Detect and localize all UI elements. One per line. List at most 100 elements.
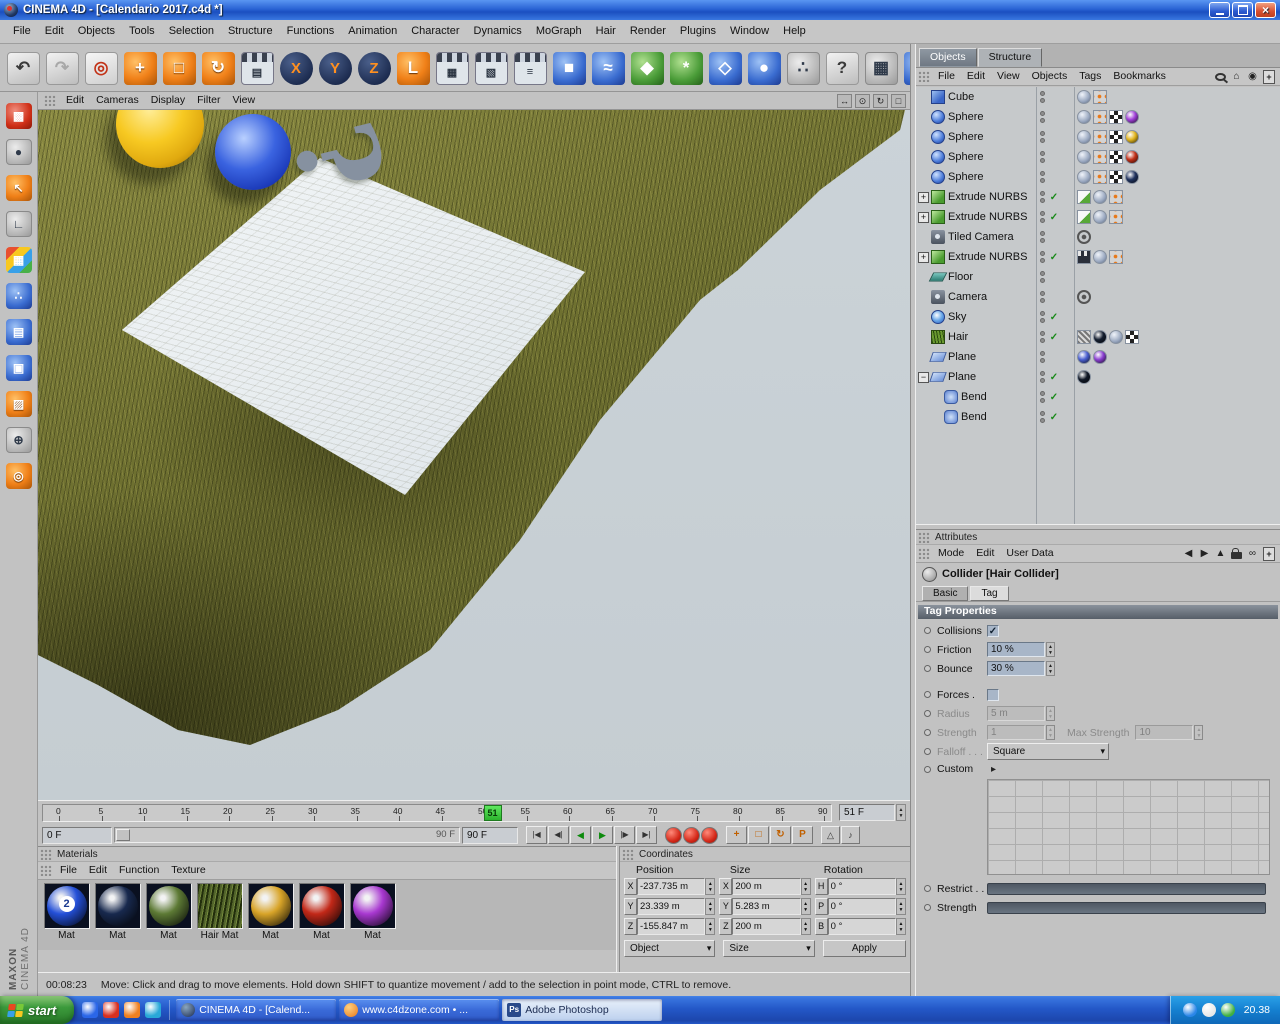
- coordinate-mode-dropdown[interactable]: Object: [624, 940, 716, 957]
- render-visibility-dot[interactable]: [1040, 318, 1045, 323]
- nav-back-icon[interactable]: ◀: [1183, 547, 1194, 561]
- material-item[interactable]: Mat: [144, 883, 193, 941]
- falloff-dropdown[interactable]: Square: [987, 743, 1109, 760]
- add-scene-object-button[interactable]: ●: [745, 48, 783, 88]
- apply-button[interactable]: Apply: [822, 940, 906, 957]
- viewport-menu-cameras[interactable]: Cameras: [90, 92, 145, 109]
- viewport-menu-edit[interactable]: Edit: [60, 92, 90, 109]
- object-row-cube[interactable]: Cube: [916, 87, 1280, 107]
- edges-mode-button[interactable]: ▤: [4, 318, 34, 346]
- mat-tag[interactable]: [1093, 350, 1107, 364]
- panel-grip[interactable]: [918, 531, 930, 543]
- checker-tag[interactable]: [1109, 150, 1123, 164]
- render-settings-button[interactable]: ≡: [511, 48, 549, 88]
- record-scale-toggle[interactable]: □: [748, 826, 769, 844]
- size-mode-dropdown[interactable]: Size: [723, 940, 815, 957]
- animation-dot[interactable]: [924, 885, 931, 892]
- editor-visibility-dot[interactable]: [1040, 251, 1045, 256]
- bounce-field[interactable]: 30 %: [987, 661, 1045, 676]
- rotate-view-icon[interactable]: ↻: [873, 93, 888, 108]
- menu-edit[interactable]: Edit: [38, 20, 71, 43]
- animation-dot[interactable]: [924, 691, 931, 698]
- animation-dot[interactable]: [924, 646, 931, 653]
- editor-visibility-dot[interactable]: [1040, 371, 1045, 376]
- editor-visibility-dot[interactable]: [1040, 291, 1045, 296]
- menu-mograph[interactable]: MoGraph: [529, 20, 589, 43]
- friction-spinner[interactable]: [1046, 642, 1055, 657]
- material-item[interactable]: Mat: [348, 883, 397, 941]
- enabled-check[interactable]: ✓: [1048, 312, 1060, 323]
- material-item[interactable]: Mat: [297, 883, 346, 941]
- object-row-sphere[interactable]: Sphere: [916, 167, 1280, 187]
- material-item[interactable]: Mat: [246, 883, 295, 941]
- phong-tag[interactable]: [1093, 190, 1107, 204]
- phong-tag[interactable]: [1077, 90, 1091, 104]
- add-layer-icon[interactable]: +: [1263, 69, 1275, 84]
- display-tag[interactable]: [1109, 210, 1123, 224]
- animation-dot[interactable]: [924, 665, 931, 672]
- add-spline-button[interactable]: ≈: [589, 48, 627, 88]
- render-visibility-dot[interactable]: [1040, 178, 1045, 183]
- focus-icon[interactable]: ◉: [1247, 70, 1258, 84]
- editor-visibility-dot[interactable]: [1040, 151, 1045, 156]
- play-backward-button[interactable]: ◀: [570, 826, 591, 844]
- redo-button[interactable]: ↷: [43, 48, 81, 88]
- materials-menu-function[interactable]: Function: [113, 862, 165, 879]
- autokeying-button[interactable]: [683, 826, 700, 844]
- maximize-view-icon[interactable]: □: [891, 93, 906, 108]
- editor-visibility-dot[interactable]: [1040, 391, 1045, 396]
- help-button[interactable]: ?: [823, 48, 861, 88]
- taskbar-task-adobe-photoshop[interactable]: Ps Adobe Photoshop: [502, 999, 663, 1021]
- range-start-field[interactable]: 0 F: [42, 826, 112, 844]
- object-row-bend[interactable]: Bend ✓: [916, 407, 1280, 427]
- quick-launch-2[interactable]: [103, 1002, 120, 1018]
- record-selection-button[interactable]: [701, 826, 718, 844]
- texture-axis-mode-button[interactable]: ▨: [4, 390, 34, 418]
- coordinate-field[interactable]: 0 °: [827, 918, 896, 935]
- display-tag[interactable]: [1109, 190, 1123, 204]
- scale-button[interactable]: □: [160, 48, 198, 88]
- current-frame-spinner[interactable]: [896, 804, 906, 821]
- add-deformer-button[interactable]: ◇: [706, 48, 744, 88]
- live-selection-button[interactable]: ◎: [82, 48, 120, 88]
- minimize-button[interactable]: [1209, 2, 1230, 18]
- tab-basic[interactable]: Basic: [922, 586, 969, 601]
- arrow-up-icon[interactable]: ▲: [1215, 547, 1226, 561]
- sound-button[interactable]: ♪: [841, 826, 860, 844]
- current-frame-marker[interactable]: 51: [483, 805, 502, 821]
- render-visibility-dot[interactable]: [1040, 378, 1045, 383]
- active-tool-button[interactable]: ▤: [238, 48, 276, 88]
- make-editable-button[interactable]: ▩: [4, 102, 34, 130]
- add-nurbs-button[interactable]: ◆: [628, 48, 666, 88]
- materials-menu-texture[interactable]: Texture: [165, 862, 211, 879]
- object-row-sphere[interactable]: Sphere: [916, 107, 1280, 127]
- phong-tag[interactable]: [1093, 210, 1107, 224]
- collisions-checkbox[interactable]: [987, 624, 999, 637]
- menu-functions[interactable]: Functions: [280, 20, 342, 43]
- menu-structure[interactable]: Structure: [221, 20, 280, 43]
- phong-tag[interactable]: [1093, 250, 1107, 264]
- polygons-mode-button[interactable]: ▣: [4, 354, 34, 382]
- mat-tag[interactable]: [1125, 170, 1139, 184]
- rotate-button[interactable]: ↻: [199, 48, 237, 88]
- mat-tag[interactable]: [1093, 330, 1107, 344]
- coordinate-field[interactable]: -237.735 m: [637, 878, 706, 895]
- tray-icon-3[interactable]: [1220, 1003, 1235, 1017]
- range-end-field[interactable]: 90 F: [462, 826, 518, 844]
- lock-icon[interactable]: [1231, 548, 1242, 559]
- editor-visibility-dot[interactable]: [1040, 231, 1045, 236]
- taskbar-task-www-c4dzone-com[interactable]: www.c4dzone.com • ...: [339, 999, 500, 1021]
- render-visibility-dot[interactable]: [1040, 98, 1045, 103]
- expand-toggle[interactable]: −: [918, 371, 929, 383]
- enabled-check[interactable]: ✓: [1048, 332, 1060, 343]
- editor-visibility-dot[interactable]: [1040, 211, 1045, 216]
- expand-toggle[interactable]: +: [918, 191, 929, 203]
- viewport-canvas[interactable]: ?: [38, 110, 910, 800]
- structure-manager-button[interactable]: ▦: [862, 48, 900, 88]
- menu-animation[interactable]: Animation: [341, 20, 404, 43]
- object-manager-menu-objects[interactable]: Objects: [1026, 68, 1074, 85]
- home-icon[interactable]: ⌂: [1231, 70, 1242, 84]
- mat-tag[interactable]: [1077, 350, 1091, 364]
- viewport-menu-display[interactable]: Display: [145, 92, 191, 109]
- coordinate-spinner[interactable]: [705, 898, 716, 915]
